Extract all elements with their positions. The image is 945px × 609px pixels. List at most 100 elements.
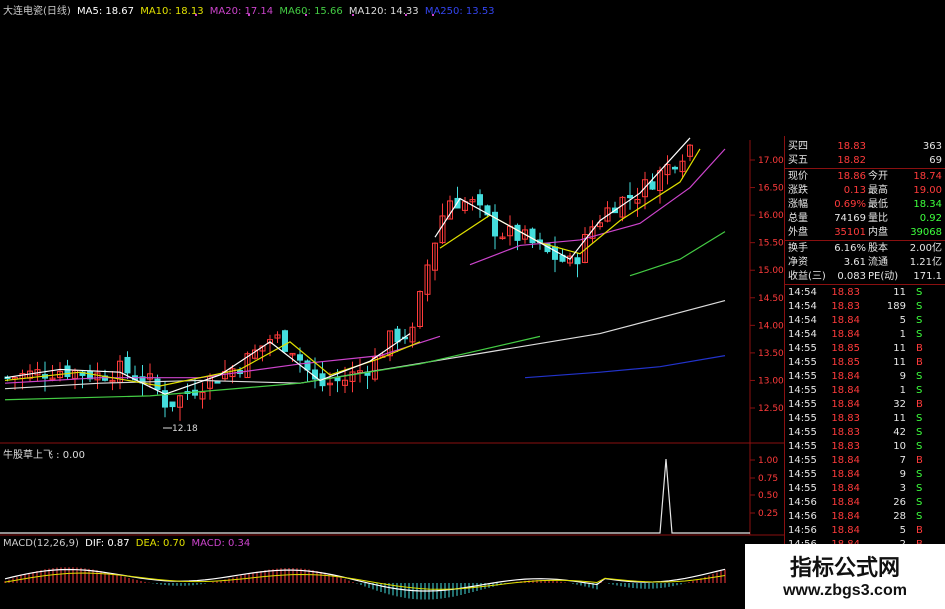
- stat-label: 涨跌: [788, 185, 808, 196]
- tick-time: 14:55: [788, 413, 817, 424]
- candle-body: [574, 257, 581, 265]
- ma20-label: MA20: 17.14: [209, 6, 274, 17]
- tick-volume: 42: [893, 427, 906, 438]
- bid-row: 买五 18.82 69: [784, 154, 945, 167]
- fundamental-row: 收益(三) 0.083 PE(动) 171.1: [784, 270, 945, 283]
- tick-price: 18.84: [831, 511, 860, 522]
- indicator-tick-label: 0.25: [758, 509, 778, 519]
- tick-volume: 189: [886, 301, 906, 312]
- indicator-tick-label: 0.75: [758, 474, 778, 484]
- watermark: 指标公式网 www.zbgs3.com: [745, 544, 945, 609]
- stat-label: 外盘: [788, 227, 808, 238]
- ma120-label: MA120: 14.33: [348, 6, 419, 17]
- panel-separator: [784, 284, 945, 285]
- tick-time: 14:55: [788, 455, 817, 466]
- tick-volume: 11: [893, 357, 906, 368]
- bid-label: 买五: [788, 155, 808, 166]
- fundamental-row: 净资 3.61 流通 1.21亿: [784, 256, 945, 269]
- fund-label: 收益(三): [788, 271, 826, 282]
- tick-side: S: [916, 497, 923, 508]
- candle-body: [214, 381, 221, 384]
- candle-body: [304, 360, 311, 371]
- tick-row: 14:55 18.84 7 B: [784, 454, 945, 467]
- tick-row: 14:55 18.83 10 S: [784, 440, 945, 453]
- tick-volume: 1: [899, 329, 906, 340]
- macd-legend: MACD(12,26,9) DIF: 0.87 DEA: 0.70 MACD: …: [3, 538, 250, 549]
- tick-price: 18.83: [831, 413, 860, 424]
- price-tick-label: 14.50: [758, 294, 784, 304]
- tick-side: B: [916, 357, 923, 368]
- candle-body: [627, 194, 633, 199]
- candle-body: [334, 377, 341, 382]
- indicator-signal-line: [0, 458, 750, 534]
- stat-row: 外盘 35101 内盘 39068: [784, 226, 945, 239]
- tick-side: B: [916, 525, 923, 536]
- candle-body: [169, 401, 176, 408]
- candle-body: [529, 228, 536, 244]
- tick-time: 14:55: [788, 371, 817, 382]
- tick-volume: 11: [893, 413, 906, 424]
- tick-side: S: [916, 469, 923, 480]
- tick-side: S: [916, 329, 923, 340]
- tick-time: 14:55: [788, 427, 817, 438]
- panel-divider: [784, 136, 785, 546]
- fund-label: 股本: [868, 243, 888, 254]
- stat-value: 18.74: [913, 171, 942, 182]
- tick-row: 14:54 18.83 189 S: [784, 300, 945, 313]
- tick-price: 18.84: [831, 483, 860, 494]
- stat-label: 今开: [868, 171, 888, 182]
- stat-label: 内盘: [868, 227, 888, 238]
- stat-value: 18.34: [913, 199, 942, 210]
- tick-side: S: [916, 287, 923, 298]
- stat-label: 总量: [788, 213, 808, 224]
- tick-volume: 32: [893, 399, 906, 410]
- candle-body: [282, 330, 288, 352]
- tick-side: S: [916, 441, 923, 452]
- tick-price: 18.83: [831, 301, 860, 312]
- stat-value: 19.00: [913, 185, 942, 196]
- fund-value: 0.083: [837, 271, 866, 282]
- ma-legend: 大连电瓷(日线) MA5: 18.67 MA10: 18.13 MA20: 17…: [3, 2, 495, 17]
- tick-row: 14:55 18.84 32 B: [784, 398, 945, 411]
- stock-name: 大连电瓷(日线): [3, 6, 71, 17]
- watermark-title: 指标公式网: [789, 556, 900, 581]
- tick-side: S: [916, 483, 923, 494]
- candle-body: [649, 181, 656, 190]
- stat-value: 0.69%: [834, 199, 866, 210]
- tick-time: 14:54: [788, 315, 817, 326]
- tick-volume: 28: [893, 511, 906, 522]
- tick-side: S: [916, 301, 923, 312]
- tick-price: 18.84: [831, 399, 860, 410]
- macd-params: MACD(12,26,9): [3, 538, 79, 549]
- fundamental-row: 换手 6.16% 股本 2.00亿: [784, 242, 945, 255]
- fund-value: 6.16%: [834, 243, 866, 254]
- candle-body: [64, 365, 71, 378]
- candle-body: [672, 166, 678, 170]
- tick-time: 14:56: [788, 511, 817, 522]
- tick-time: 14:54: [788, 287, 817, 298]
- tick-time: 14:54: [788, 329, 817, 340]
- tick-side: S: [916, 385, 923, 396]
- stat-value: 0.92: [919, 213, 942, 224]
- tick-price: 18.83: [831, 441, 860, 452]
- tick-side: B: [916, 455, 923, 466]
- tick-price: 18.84: [831, 455, 860, 466]
- fund-label: 净资: [788, 257, 808, 268]
- tick-time: 14:55: [788, 483, 817, 494]
- tick-volume: 5: [899, 525, 906, 536]
- stat-row: 现价 18.86 今开 18.74: [784, 170, 945, 183]
- ma60-label: MA60: 15.66: [279, 6, 343, 17]
- tick-volume: 11: [893, 287, 906, 298]
- tick-price: 18.85: [831, 343, 860, 354]
- fund-label: PE(动): [868, 271, 899, 282]
- indicator-tick-label: 0.50: [758, 491, 778, 501]
- fund-label: 流通: [868, 257, 888, 268]
- stat-label: 最高: [868, 185, 888, 196]
- indicator-label: 牛股草上飞 : 0.00: [3, 450, 85, 461]
- tick-side: B: [916, 399, 923, 410]
- candle-body: [514, 224, 521, 241]
- panel-separator: [784, 240, 945, 241]
- tick-row: 14:54 18.84 5 S: [784, 314, 945, 327]
- tick-side: S: [916, 427, 923, 438]
- price-tick-label: 15.00: [758, 266, 784, 276]
